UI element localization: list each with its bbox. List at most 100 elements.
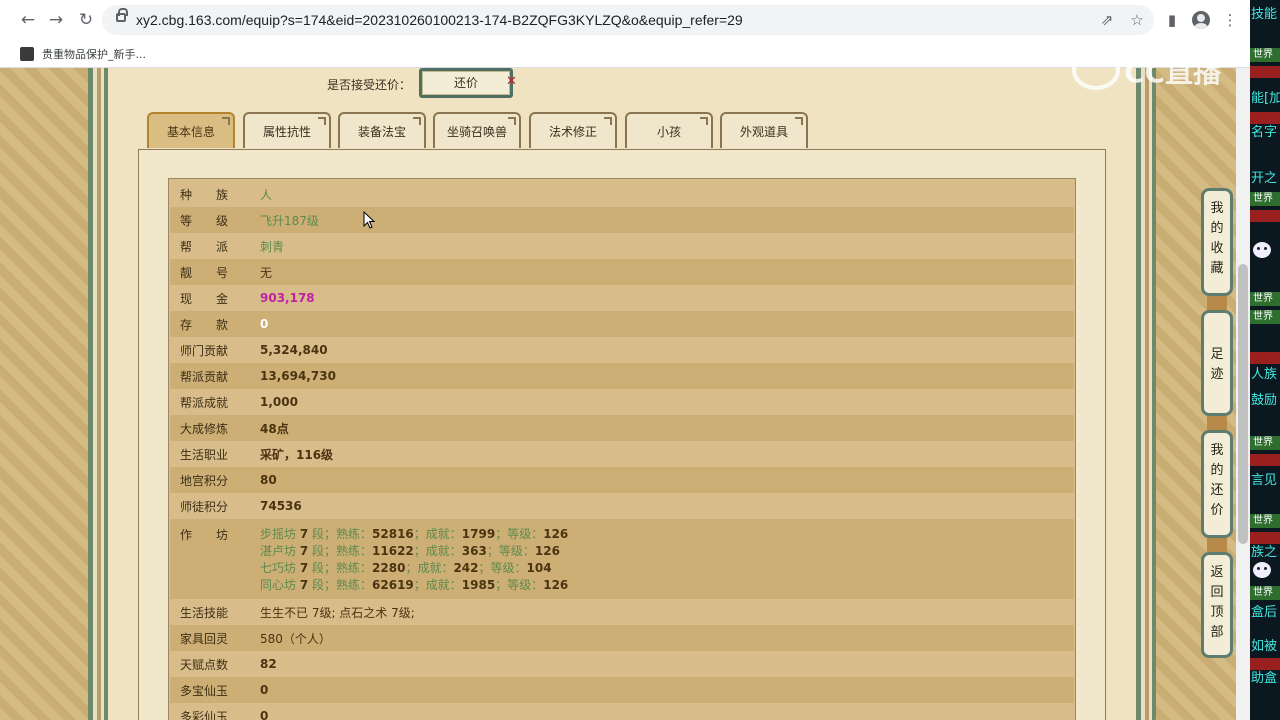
row-label: 天赋点数 <box>180 657 229 672</box>
row-label: 师门贡献 <box>180 343 229 358</box>
workshop-text: ；成就： <box>413 527 462 541</box>
row-vanity-id: 靓 号 无 <box>170 259 1074 285</box>
side-connector <box>1207 416 1227 430</box>
row-school-contribution: 师门贡献 5,324,840 <box>170 337 1074 363</box>
counter-offer-button-label[interactable]: 还价 <box>422 71 510 95</box>
workshop-level: 126 <box>534 544 560 558</box>
workshop-level: 126 <box>543 527 569 541</box>
chat-message: 盒后 <box>1251 605 1278 620</box>
tab-basic-info[interactable]: 基本信息 <box>147 112 235 148</box>
workshop-line: 湛卢坊 7 段；熟练：11622；成就：363；等级：126 <box>260 542 560 559</box>
workshop-achievement: 242 <box>453 561 479 575</box>
row-duocai-jade: 多彩仙玉 0 <box>170 703 1074 720</box>
cc-live-logo-icon <box>1072 50 1120 90</box>
chat-world-tag: 世界 <box>1250 310 1280 324</box>
workshop-achievement: 1985 <box>461 578 496 592</box>
menu-kebab-icon[interactable]: ⋮ <box>1220 10 1240 30</box>
side-panel-icon[interactable]: ▮ <box>1162 10 1182 30</box>
tab-spell-correction[interactable]: 法术修正 <box>529 112 617 148</box>
row-label: 作 坊 <box>180 528 229 542</box>
bookmark-label[interactable]: 贵重物品保护_新手... <box>42 46 146 62</box>
chat-rank-tag <box>1250 210 1280 222</box>
row-label: 存 款 <box>180 317 229 332</box>
page-scrollbar[interactable] <box>1236 68 1250 720</box>
row-furniture-spirit: 家具回灵 580（个人） <box>170 625 1074 651</box>
left-decorative-pillar <box>88 68 108 720</box>
chat-message: 开之 <box>1251 171 1278 186</box>
row-guild: 帮 派 刺青 <box>170 233 1074 259</box>
page-viewport: 是否接受还价： 还价 ✕ 基本信息 属性抗性 装备法宝 坐骑召唤兽 法术修正 小… <box>0 68 1250 720</box>
chat-emoji-icon <box>1253 242 1275 262</box>
tab-equipment-treasure[interactable]: 装备法宝 <box>338 112 426 148</box>
bookmark-star-icon[interactable]: ☆ <box>1128 11 1146 29</box>
row-life-skills: 生活技能 生生不已 7级; 点石之术 7级; <box>170 599 1074 625</box>
footprint-button[interactable]: 足迹 <box>1201 310 1233 416</box>
chat-rank-tag <box>1250 532 1280 544</box>
workshop-text: 段；熟练： <box>308 544 373 558</box>
chat-rank-tag <box>1250 658 1280 670</box>
chat-world-tag: 世界 <box>1250 586 1280 600</box>
counter-offer-label: 是否接受还价： <box>327 78 412 92</box>
my-favorites-button[interactable]: 我的收藏 <box>1201 188 1233 296</box>
my-favorites-label[interactable]: 我的收藏 <box>1210 201 1223 276</box>
my-offers-label[interactable]: 我的还价 <box>1210 443 1223 518</box>
row-label: 帮派成就 <box>180 395 229 410</box>
workshop-line: 步摇坊 7 段；熟练：52816；成就：1799；等级：126 <box>260 525 568 542</box>
bookmark-favicon-icon <box>20 47 34 61</box>
chat-message: 助盒 <box>1251 671 1278 686</box>
counter-offer-button[interactable]: 还价 <box>419 68 513 98</box>
profile-avatar-icon[interactable] <box>1192 11 1210 29</box>
my-offers-button[interactable]: 我的还价 <box>1201 430 1233 538</box>
row-label: 多彩仙玉 <box>180 709 229 720</box>
chat-rank-tag <box>1250 454 1280 466</box>
row-value: 5,324,840 <box>260 343 328 357</box>
tab-attributes-resist[interactable]: 属性抗性 <box>243 112 331 148</box>
chat-message: 如被 <box>1251 639 1278 654</box>
back-to-top-label[interactable]: 返回顶部 <box>1210 565 1223 640</box>
url-text[interactable]: xy2.cbg.163.com/equip?s=174&eid=20231026… <box>136 12 743 28</box>
bookmarks-bar: 贵重物品保护_新手... <box>0 40 1250 68</box>
row-label: 生活技能 <box>180 605 229 620</box>
chat-rank-tag <box>1250 352 1280 364</box>
workshop-achievement: 1799 <box>461 527 496 541</box>
row-great-cultivation: 大成修炼 48点 <box>170 415 1074 441</box>
row-guild-contribution: 帮派贡献 13,694,730 <box>170 363 1074 389</box>
tab-mount-summon[interactable]: 坐骑召唤兽 <box>433 112 521 148</box>
back-arrow-icon[interactable]: ← <box>18 10 38 30</box>
workshop-level: 104 <box>526 561 552 575</box>
chat-message: 能[加 <box>1251 91 1280 106</box>
reload-icon[interactable]: ↻ <box>76 10 96 30</box>
live-chat-strip: 技能 世界 能[加 名字 开之 世界 世界 世界 人族 鼓励 世界 言见 世界 … <box>1250 0 1280 720</box>
scrollbar-thumb[interactable] <box>1238 264 1248 544</box>
workshop-line: 七巧坊 7 段；熟练：2280；成就：242；等级：104 <box>260 559 552 576</box>
share-icon[interactable]: ⇗ <box>1098 11 1116 29</box>
workshop-proficiency: 2280 <box>372 561 406 575</box>
chat-message: 言见 <box>1251 473 1278 488</box>
footprint-label[interactable]: 足迹 <box>1204 321 1230 385</box>
row-talent-points: 天赋点数 82 <box>170 651 1074 677</box>
chat-rank-tag <box>1250 112 1280 124</box>
bookmark-item[interactable]: 贵重物品保护_新手... <box>20 46 146 62</box>
workshop-duan: 7 <box>299 527 309 541</box>
address-bar[interactable]: xy2.cbg.163.com/equip?s=174&eid=20231026… <box>102 5 1154 35</box>
lock-icon[interactable] <box>116 8 128 22</box>
back-to-top-button[interactable]: 返回顶部 <box>1201 552 1233 658</box>
tab-child[interactable]: 小孩 <box>625 112 713 148</box>
workshop-text: ；成就： <box>413 578 462 592</box>
close-x-icon[interactable]: ✕ <box>506 74 517 89</box>
forward-arrow-icon[interactable]: → <box>46 10 66 30</box>
workshop-name: 步摇坊 <box>260 527 297 541</box>
row-label: 生活职业 <box>180 447 229 462</box>
workshop-level: 126 <box>543 578 569 592</box>
row-value: 80 <box>260 473 277 487</box>
row-value: 13,694,730 <box>260 369 336 383</box>
row-label: 帮 派 <box>180 239 229 254</box>
workshop-achievement: 363 <box>461 544 487 558</box>
chat-emoji-icon <box>1253 562 1275 582</box>
chat-message: 技能 <box>1251 7 1278 22</box>
row-value: 生生不已 7级; 点石之术 7级; <box>260 605 415 620</box>
row-label: 家具回灵 <box>180 631 229 646</box>
tab-appearance-items[interactable]: 外观道具 <box>720 112 808 148</box>
row-deposit: 存 款 0 <box>170 311 1074 337</box>
row-value: 0 <box>260 683 269 697</box>
